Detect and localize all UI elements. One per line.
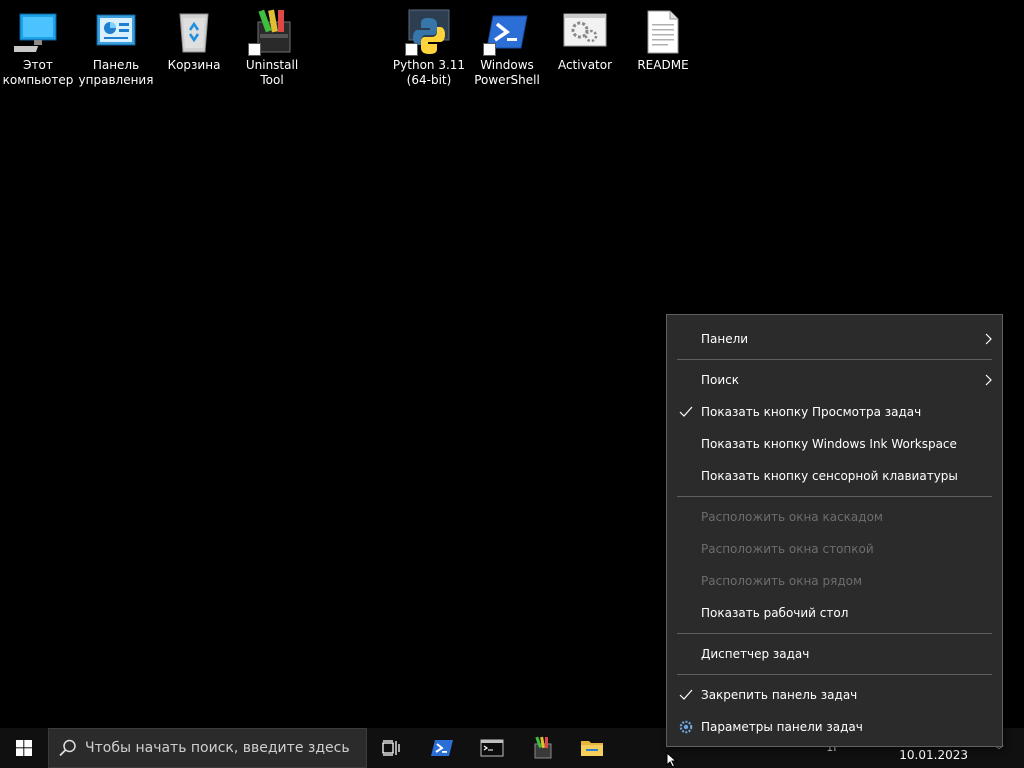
menu-item-show-task-view-button[interactable]: Показать кнопку Просмотра задач [667, 396, 1002, 428]
powershell-icon [431, 740, 453, 756]
menu-separator [677, 633, 992, 634]
text-document-icon [639, 8, 687, 56]
tray-date[interactable]: 10.01.2023 [899, 748, 968, 762]
taskbar-cmd-button[interactable] [467, 728, 517, 768]
checkmark-icon [679, 689, 693, 700]
menu-item-label: Показать рабочий стол [701, 606, 849, 620]
desktop-icon-label: Uninstall Tool [245, 58, 299, 87]
command-prompt-icon [480, 739, 504, 757]
menu-item-label: Панели [701, 332, 749, 346]
taskbar-powershell-button[interactable] [417, 728, 467, 768]
windows-logo-icon [16, 740, 32, 756]
menu-item-task-manager[interactable]: Диспетчер задач [667, 638, 1002, 670]
shortcut-arrow-icon [405, 43, 418, 56]
recycle-bin-icon [170, 8, 218, 56]
desktop-icon-readme[interactable]: README [625, 8, 701, 73]
shortcut-arrow-icon [483, 43, 496, 56]
menu-item-toolbars[interactable]: Панели [667, 323, 1002, 355]
menu-item-cascade-windows: Расположить окна каскадом [667, 501, 1002, 533]
desktop-icon-label: README [637, 58, 689, 72]
desktop-icon-control-panel[interactable]: Панель управления [78, 8, 154, 88]
desktop-icon-label: Этот компьютер [2, 58, 74, 87]
search-icon [59, 739, 76, 757]
taskbar-search-box[interactable]: Чтобы начать поиск, введите здесь [48, 728, 367, 768]
menu-item-search[interactable]: Поиск [667, 364, 1002, 396]
powershell-icon [483, 8, 531, 56]
desktop-icon-label: Python 3.11 (64-bit) [392, 58, 466, 87]
start-button[interactable] [0, 728, 48, 768]
menu-item-stack-windows: Расположить окна стопкой [667, 533, 1002, 565]
menu-item-label: Расположить окна рядом [701, 574, 863, 588]
desktop-icon-powershell[interactable]: Windows PowerShell [469, 8, 545, 88]
computer-icon [14, 8, 62, 56]
taskbar-context-menu: Панели Поиск Показать кнопку Просмотра з… [666, 314, 1003, 747]
checkmark-icon [679, 406, 693, 417]
menu-item-taskbar-settings[interactable]: Параметры панели задач [667, 711, 1002, 743]
menu-item-label: Показать кнопку Просмотра задач [701, 405, 922, 419]
shortcut-arrow-icon [248, 43, 261, 56]
menu-item-label: Закрепить панель задач [701, 688, 858, 702]
menu-item-show-desktop[interactable]: Показать рабочий стол [667, 597, 1002, 629]
taskbar-file-explorer-button[interactable] [567, 728, 617, 768]
desktop-icon-label: Панель управления [78, 58, 154, 87]
menu-item-side-by-side-windows: Расположить окна рядом [667, 565, 1002, 597]
desktop-icon-label: Windows PowerShell [474, 58, 540, 87]
mouse-cursor-icon [666, 752, 678, 768]
chevron-right-icon [985, 374, 992, 386]
task-view-button[interactable] [367, 728, 417, 768]
search-placeholder: Чтобы начать поиск, введите здесь [85, 740, 350, 756]
menu-item-label: Расположить окна стопкой [701, 542, 874, 556]
menu-separator [677, 496, 992, 497]
python-icon [405, 8, 453, 56]
desktop-icon-recycle-bin[interactable]: Корзина [156, 8, 232, 73]
uninstall-tool-icon [534, 736, 552, 759]
menu-item-show-ink-workspace-button[interactable]: Показать кнопку Windows Ink Workspace [667, 428, 1002, 460]
menu-item-label: Расположить окна каскадом [701, 510, 883, 524]
menu-item-show-touch-keyboard-button[interactable]: Показать кнопку сенсорной клавиатуры [667, 460, 1002, 492]
menu-item-label: Показать кнопку Windows Ink Workspace [701, 437, 957, 451]
desktop-icon-label: Activator [557, 58, 613, 72]
folder-icon [581, 741, 603, 756]
gear-icon [679, 720, 693, 734]
desktop-icon-activator[interactable]: Activator [547, 8, 623, 73]
activator-icon [561, 8, 609, 56]
uninstall-tool-icon [248, 8, 296, 56]
control-panel-icon [92, 8, 140, 56]
menu-item-lock-taskbar[interactable]: Закрепить панель задач [667, 679, 1002, 711]
task-view-icon [382, 740, 400, 756]
menu-separator [677, 359, 992, 360]
chevron-right-icon [985, 333, 992, 345]
menu-separator [677, 674, 992, 675]
desktop-icon-python[interactable]: Python 3.11 (64-bit) [391, 8, 467, 88]
taskbar-uninstall-tool-button[interactable] [517, 728, 567, 768]
desktop-icon-this-pc[interactable]: Этот компьютер [0, 8, 76, 88]
menu-item-label: Поиск [701, 373, 740, 387]
menu-item-label: Показать кнопку сенсорной клавиатуры [701, 469, 958, 483]
menu-item-label: Диспетчер задач [701, 647, 810, 661]
desktop-icon-uninstall-tool[interactable]: Uninstall Tool [234, 8, 310, 88]
desktop-icon-label: Корзина [167, 58, 221, 72]
menu-item-label: Параметры панели задач [701, 720, 863, 734]
